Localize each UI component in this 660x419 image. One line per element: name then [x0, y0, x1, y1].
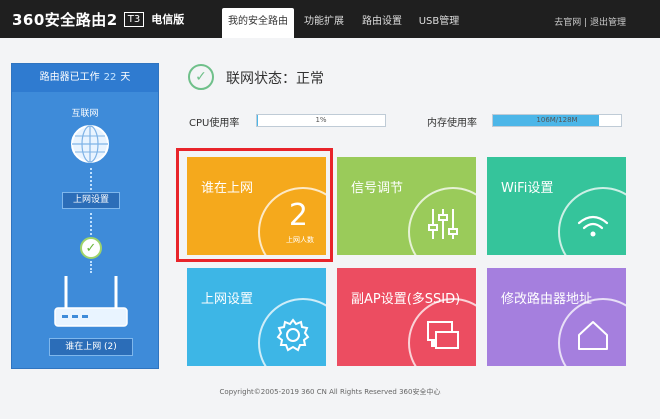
tab-usb[interactable]: USB管理	[414, 8, 464, 38]
globe-icon	[71, 125, 109, 163]
connector-dots	[90, 213, 92, 235]
check-icon: ✓	[80, 237, 102, 259]
highlight-frame	[176, 148, 333, 262]
tab-router-settings[interactable]: 路由设置	[358, 8, 406, 38]
tile-change-router-address[interactable]: 修改路由器地址	[487, 268, 626, 366]
internet-label: 互联网	[71, 109, 99, 119]
cpu-value: 1%	[315, 116, 327, 124]
uptime-suffix: 天	[120, 72, 131, 83]
tile-internet-setup[interactable]: 上网设置	[187, 268, 326, 366]
sliders-icon	[428, 209, 458, 239]
cpu-usage-bar: 1%	[256, 114, 386, 127]
header-links: 去官网 | 退出管理	[554, 15, 626, 28]
memory-label: 内存使用率	[427, 118, 477, 129]
tile-label: WiFi设置	[501, 181, 554, 196]
tab-my-router[interactable]: 我的安全路由	[222, 8, 294, 38]
link-separator: |	[581, 18, 590, 28]
wifi-icon	[577, 215, 609, 237]
connector-dots	[90, 168, 92, 190]
top-bar: 360安全路由2 T3 电信版 我的安全路由 功能扩展 路由设置 USB管理 去…	[0, 0, 660, 38]
memory-value: 106M/128M	[536, 116, 578, 124]
gear-icon	[276, 318, 310, 352]
tile-label: 信号调节	[351, 181, 404, 196]
tile-secondary-ap[interactable]: 副AP设置(多SSID)	[337, 268, 476, 366]
home-icon	[578, 321, 608, 350]
copyright: Copyright©2005-2019 360 CN All Rights Re…	[219, 388, 441, 396]
uptime-header: 路由器已工作 22 天	[12, 64, 158, 92]
memory-usage-bar: 106M/128M	[492, 114, 622, 127]
tile-wifi-settings[interactable]: WiFi设置	[487, 157, 626, 255]
brand-logo: 360安全路由2 T3 电信版	[12, 9, 184, 29]
network-topology-panel: 路由器已工作 22 天 互联网 上网设置 ✓ 谁在上网 (2)	[11, 63, 159, 369]
tile-label: 上网设置	[201, 292, 254, 307]
multi-screen-icon	[427, 321, 459, 349]
status-ok-icon: ✓	[188, 64, 214, 90]
edition-label: 电信版	[151, 13, 185, 26]
internet-setup-button[interactable]: 上网设置	[62, 192, 120, 209]
model-badge: T3	[123, 11, 145, 27]
tab-extensions[interactable]: 功能扩展	[300, 8, 348, 38]
tile-signal-adjust[interactable]: 信号调节	[337, 157, 476, 255]
uptime-days: 22	[103, 72, 117, 83]
cpu-label: CPU使用率	[189, 118, 240, 129]
connection-status: 联网状态：正常	[226, 71, 324, 87]
logout-link[interactable]: 退出管理	[590, 18, 626, 28]
uptime-prefix: 路由器已工作	[39, 72, 100, 83]
router-icon	[54, 276, 128, 327]
portal-link[interactable]: 去官网	[554, 18, 581, 28]
logo-text: 360安全路由2	[12, 10, 118, 29]
who-online-button[interactable]: 谁在上网 (2)	[49, 338, 133, 356]
